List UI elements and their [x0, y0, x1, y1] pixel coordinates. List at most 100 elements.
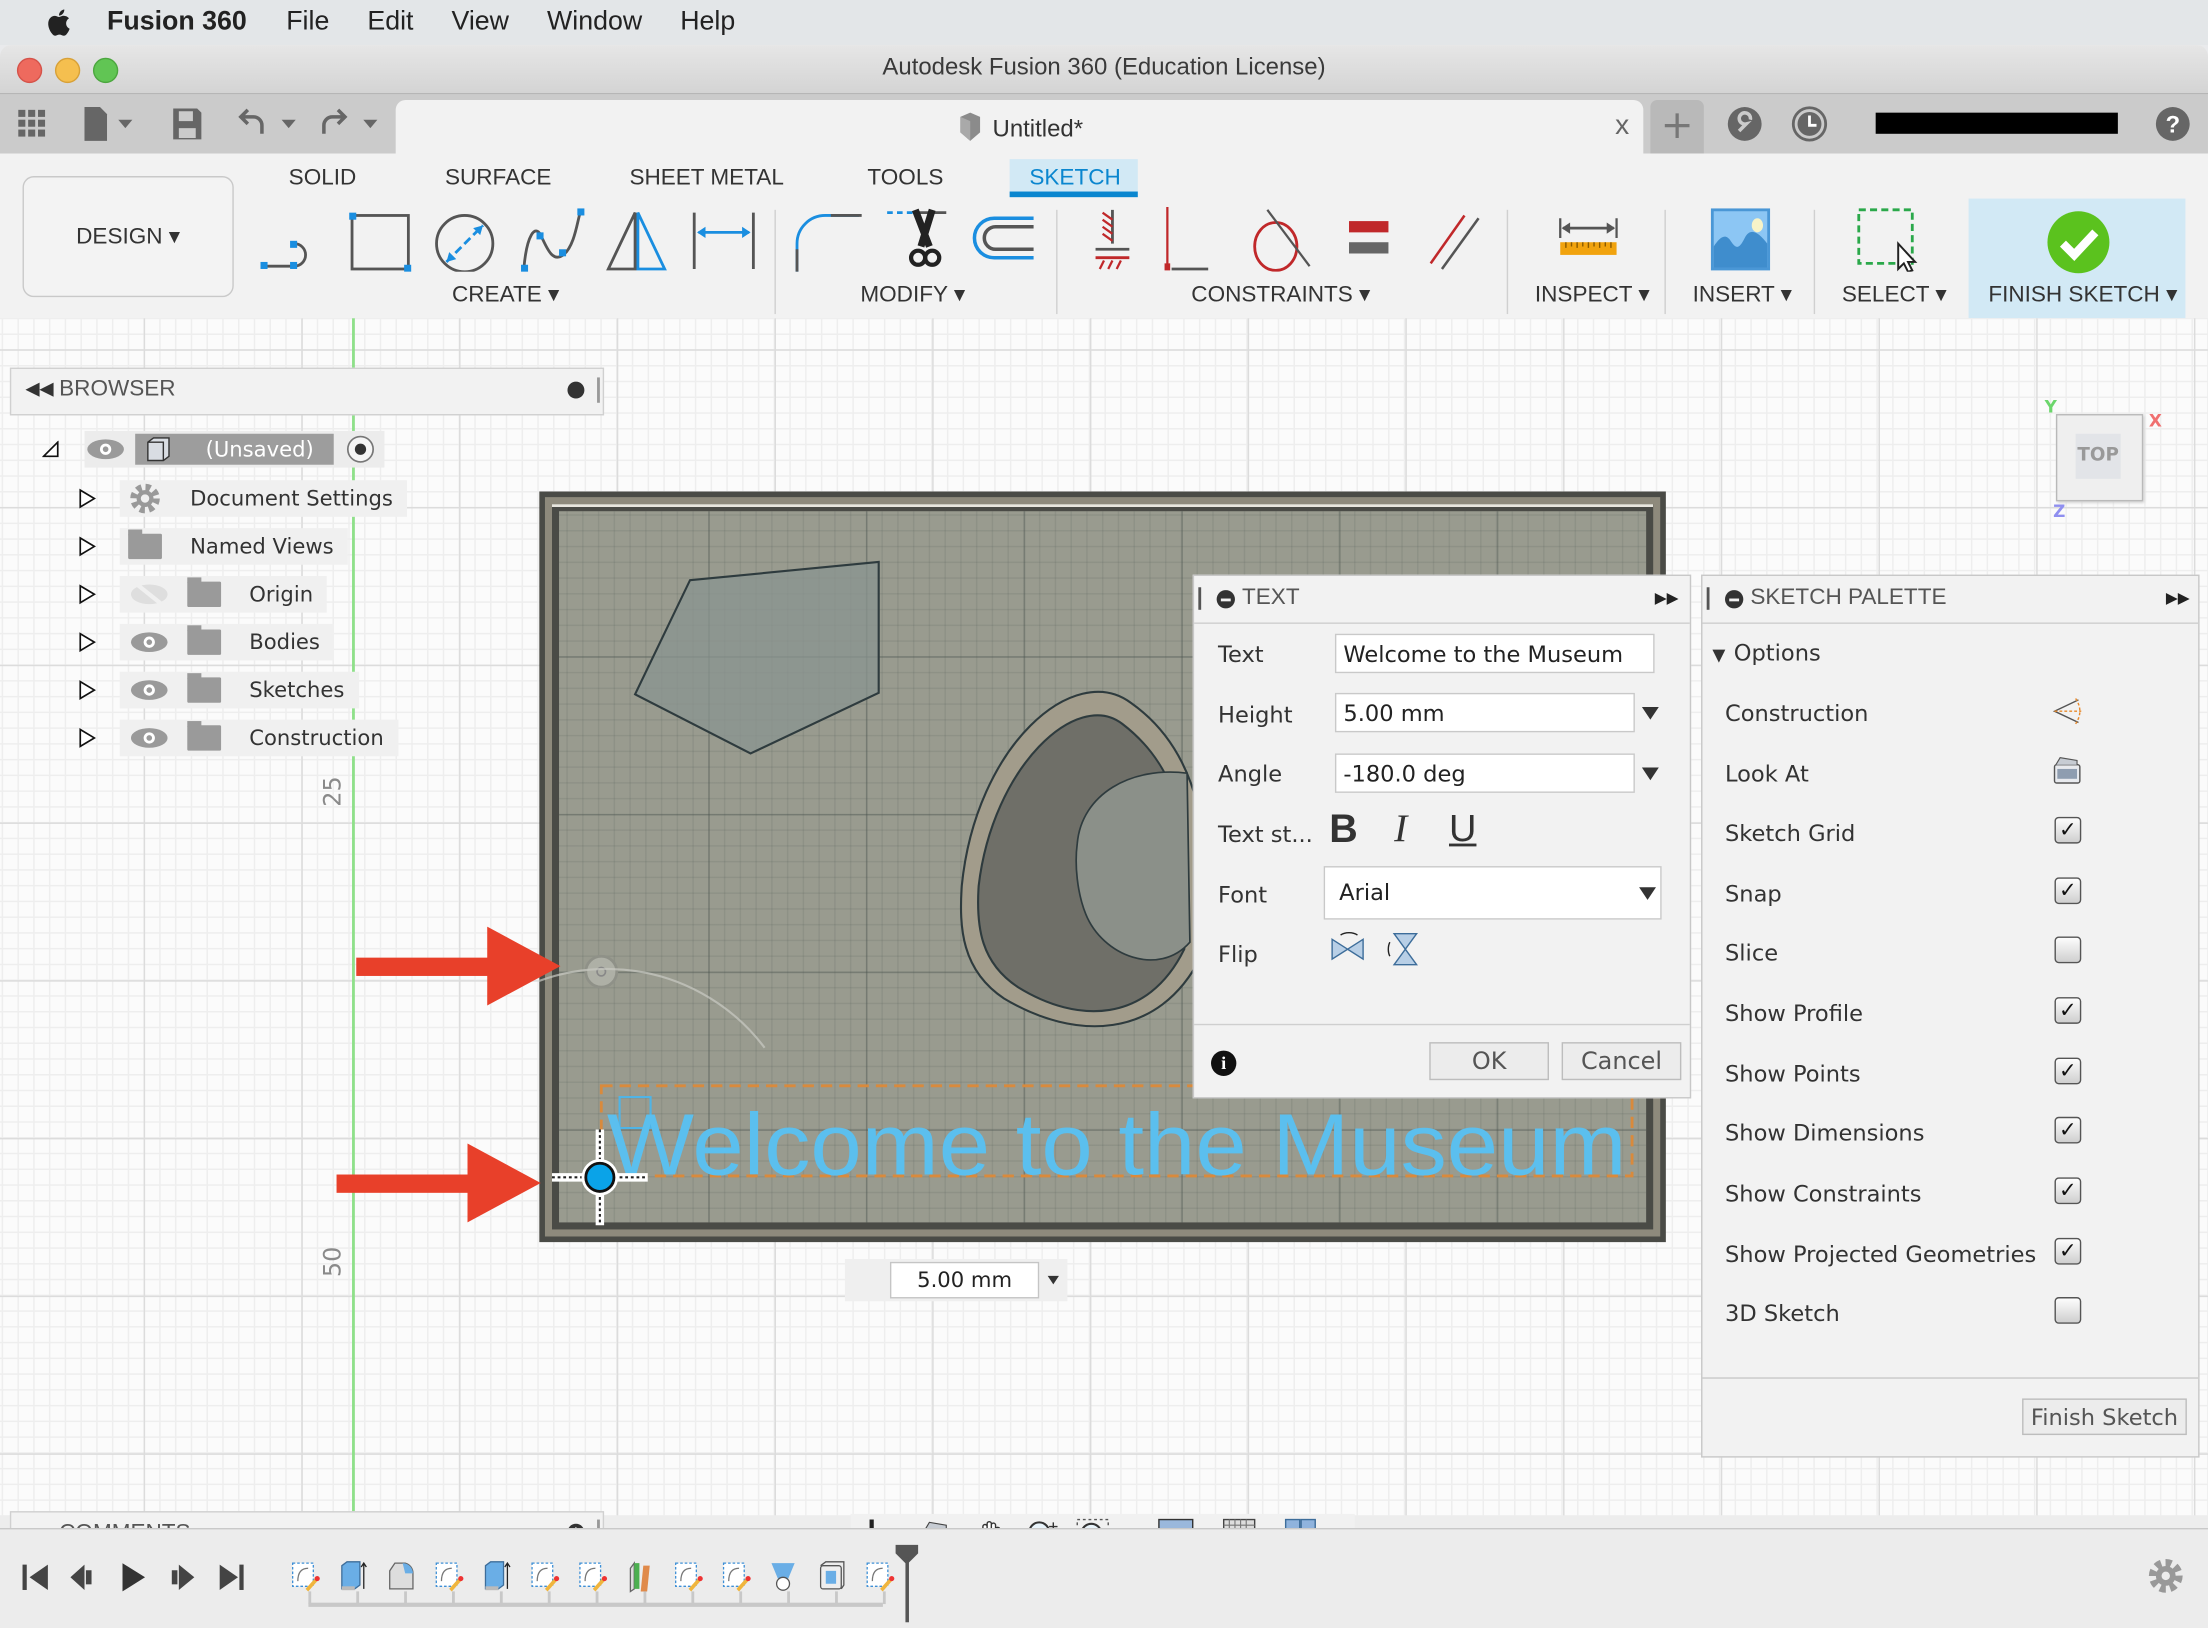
spline-icon[interactable] — [518, 207, 586, 272]
flip-vertical-icon[interactable] — [1386, 931, 1423, 968]
view-cube-top-face[interactable]: TOP — [2075, 433, 2121, 479]
sketch-grid-checkbox[interactable]: ✓ — [2054, 816, 2082, 844]
app-menu[interactable]: Fusion 360 — [107, 7, 247, 38]
timeline-feature-sketch-icon[interactable] — [290, 1560, 321, 1594]
canvas-viewport[interactable]: 25 50 Welcome to the Museum 5.00 mm TOP … — [0, 318, 2208, 1557]
expand-triangle-icon[interactable] — [77, 679, 97, 702]
timeline-marker[interactable] — [894, 1543, 919, 1623]
timeline-feature-sketch-icon[interactable] — [865, 1560, 896, 1594]
menu-file[interactable]: File — [286, 7, 329, 38]
timeline-feature-sketch-icon[interactable] — [673, 1560, 704, 1594]
timeline-first-button[interactable] — [20, 1560, 51, 1594]
timeline-feature-extrude-icon[interactable] — [482, 1560, 513, 1594]
tangent-icon[interactable] — [1248, 207, 1316, 272]
browser-item-named-views[interactable]: Named Views — [77, 528, 348, 565]
look-at-icon[interactable] — [2052, 755, 2083, 786]
timeline-feature-extrude-icon[interactable] — [338, 1560, 369, 1594]
expand-triangle-icon[interactable] — [77, 535, 97, 558]
timeline-feature-shell-icon[interactable] — [817, 1560, 848, 1594]
timeline-feature-split-icon[interactable] — [625, 1560, 656, 1594]
trim-icon[interactable] — [884, 207, 952, 272]
user-name-redacted[interactable] — [1875, 112, 2118, 134]
angle-dropdown-arrow[interactable] — [1641, 767, 1659, 781]
collapse-browser-icon[interactable]: ◀◀ — [25, 377, 53, 400]
insert-image-icon[interactable] — [1707, 207, 1775, 272]
undo-icon[interactable] — [237, 106, 305, 143]
timeline-feature-sketch-icon[interactable] — [577, 1560, 608, 1594]
modify-menu[interactable]: MODIFY ▾ — [860, 280, 965, 308]
expand-palette-icon[interactable]: ▶▶ — [2166, 589, 2190, 607]
info-icon[interactable]: i — [1211, 1050, 1237, 1076]
tab-sheet-metal[interactable]: SHEET METAL — [610, 159, 804, 197]
tab-tools[interactable]: TOOLS — [848, 159, 963, 197]
timeline-next-button[interactable] — [166, 1560, 197, 1594]
browser-resize-handle[interactable] — [597, 377, 600, 403]
activate-radio-icon[interactable] — [345, 434, 376, 465]
italic-button[interactable]: I — [1394, 807, 1407, 852]
coincident-icon[interactable] — [1163, 207, 1231, 272]
browser-item-origin[interactable]: Origin — [77, 575, 328, 613]
text-input[interactable]: Welcome to the Museum — [1334, 633, 1655, 674]
collapse-palette-icon[interactable] — [1724, 590, 1744, 609]
show-profile-checkbox[interactable]: ✓ — [2054, 997, 2082, 1024]
fillet-icon[interactable] — [794, 207, 862, 272]
cancel-button[interactable]: Cancel — [1561, 1042, 1682, 1081]
palette-finish-sketch-button[interactable]: Finish Sketch — [2022, 1398, 2187, 1436]
save-icon[interactable] — [172, 107, 203, 141]
job-status-clock-icon[interactable] — [1791, 106, 1828, 143]
equal-icon[interactable] — [1335, 207, 1403, 272]
timeline-previous-button[interactable] — [68, 1560, 99, 1594]
timeline-play-button[interactable] — [118, 1560, 149, 1594]
timeline-feature-sketch-icon[interactable] — [434, 1560, 465, 1594]
workspace-switcher[interactable]: DESIGN ▾ — [22, 176, 234, 298]
drag-handle[interactable] — [1706, 587, 1710, 610]
drag-handle[interactable] — [1198, 587, 1202, 610]
collapse-dialog-icon[interactable] — [1216, 590, 1235, 609]
tab-surface[interactable]: SURFACE — [425, 159, 571, 197]
snap-checkbox[interactable]: ✓ — [2054, 877, 2082, 905]
show-points-checkbox[interactable]: ✓ — [2054, 1057, 2082, 1085]
font-select[interactable]: Arial — [1323, 866, 1662, 920]
timeline-feature-fillet-icon[interactable] — [386, 1560, 417, 1594]
rectangle-icon[interactable] — [346, 207, 414, 272]
expand-triangle-icon[interactable] — [77, 583, 97, 606]
sketch-palette-header[interactable]: SKETCH PALETTE ▶▶ — [1702, 576, 2199, 624]
visibility-eye-icon[interactable] — [128, 725, 170, 750]
redo-icon[interactable] — [318, 106, 386, 143]
construction-icon[interactable] — [2052, 696, 2083, 727]
browser-item-sketches[interactable]: Sketches — [77, 671, 359, 709]
select-menu[interactable]: SELECT ▾ — [1842, 280, 1947, 308]
help-icon[interactable]: ? — [2154, 106, 2191, 143]
expand-triangle-icon[interactable] — [77, 631, 97, 654]
timeline-feature-loft-icon[interactable] — [769, 1560, 800, 1594]
expand-dialog-icon[interactable]: ▶▶ — [1655, 589, 1679, 607]
underline-button[interactable]: U — [1449, 807, 1476, 851]
font-dropdown-arrow[interactable] — [1639, 887, 1656, 900]
menu-view[interactable]: View — [451, 7, 509, 38]
timeline-last-button[interactable] — [217, 1560, 248, 1594]
slice-checkbox[interactable] — [2054, 936, 2082, 964]
ok-button[interactable]: OK — [1429, 1042, 1549, 1081]
visibility-eye-icon[interactable] — [128, 677, 170, 702]
text-dialog-header[interactable]: TEXT ▶▶ — [1194, 576, 1690, 624]
timeline-feature-sketch-icon[interactable] — [529, 1560, 560, 1594]
parallel-icon[interactable] — [1422, 207, 1490, 272]
constraints-menu[interactable]: CONSTRAINTS ▾ — [1191, 280, 1370, 308]
timeline-feature-sketch-icon[interactable] — [721, 1560, 752, 1594]
circle-icon[interactable] — [431, 207, 499, 272]
mirror-icon[interactable] — [603, 207, 671, 272]
show-dimensions-checkbox[interactable]: ✓ — [2054, 1116, 2082, 1144]
height-input[interactable]: 5.00 mm — [1334, 692, 1635, 733]
browser-root-row[interactable]: (Unsaved) — [42, 430, 385, 468]
fix-icon[interactable] — [1079, 207, 1147, 272]
expand-triangle-icon[interactable] — [77, 727, 97, 750]
height-dropdown-arrow[interactable] — [1641, 706, 1659, 720]
browser-item-document-settings[interactable]: Document Settings — [77, 480, 407, 517]
finish-sketch-button[interactable]: FINISH SKETCH ▾ — [1968, 198, 2186, 319]
data-panel-grid-icon[interactable] — [17, 108, 48, 139]
visibility-eye-icon[interactable] — [84, 437, 126, 462]
browser-item-construction[interactable]: Construction — [77, 719, 398, 757]
angle-input[interactable]: -180.0 deg — [1334, 753, 1635, 793]
inspect-menu[interactable]: INSPECT ▾ — [1535, 280, 1650, 308]
menu-help[interactable]: Help — [680, 7, 735, 38]
